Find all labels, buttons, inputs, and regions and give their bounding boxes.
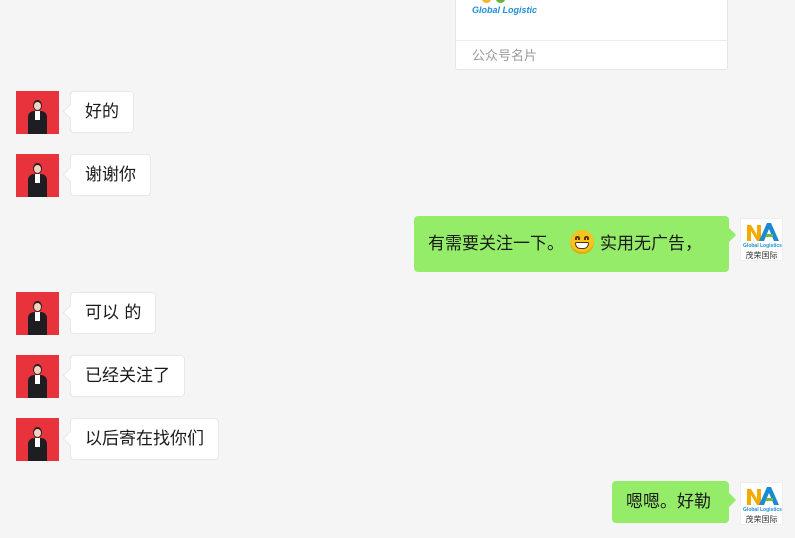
logo-dot-icon (496, 0, 505, 3)
message-bubble-self[interactable]: 有需要关注一下。 实用无广告， (414, 216, 729, 272)
avatar[interactable] (16, 418, 59, 461)
brand-cn-text: 茂荣国际 (745, 251, 778, 260)
message-text: 有需要关注一下。 (428, 234, 564, 254)
brand-text: Global Logistics (743, 243, 782, 249)
avatar-shirt (35, 375, 40, 384)
avatar-shirt (35, 174, 40, 183)
avatar-shirt (35, 438, 40, 447)
message-bubble[interactable]: 谢谢你 (70, 154, 151, 196)
avatar[interactable] (16, 154, 59, 197)
logo-dot-icon (482, 0, 491, 3)
card-logo: Global Logistic (472, 0, 542, 21)
avatar-self[interactable]: Global Logistics 茂荣国际 (740, 482, 783, 525)
brand-text: Global Logistics (743, 507, 782, 513)
card-divider (456, 40, 727, 41)
card-type-label: 公众号名片 (472, 49, 538, 64)
brand-logo-icon (747, 487, 779, 505)
avatar-face (34, 303, 41, 311)
avatar-face (34, 165, 41, 173)
message-bubble[interactable]: 以后寄在找你们 (70, 418, 219, 460)
grinning-emoji-icon (570, 230, 594, 254)
message-bubble[interactable]: 好的 (70, 91, 134, 133)
avatar-face (34, 366, 41, 374)
avatar-shirt (35, 312, 40, 321)
avatar-self[interactable]: Global Logistics 茂荣国际 (740, 218, 783, 261)
brand-logo-icon (747, 223, 779, 241)
message-bubble[interactable]: 可以 的 (70, 292, 157, 334)
avatar-face (34, 102, 41, 110)
avatar[interactable] (16, 91, 59, 134)
message-bubble-self[interactable]: 嗯嗯。好勒 (612, 481, 729, 523)
avatar[interactable] (16, 292, 59, 335)
card-logo-text: Global Logistic (472, 5, 538, 15)
avatar-shirt (35, 111, 40, 120)
message-text: 实用无广告， (600, 234, 702, 254)
avatar-face (34, 429, 41, 437)
brand-cn-text: 茂荣国际 (745, 515, 778, 524)
message-bubble[interactable]: 已经关注了 (70, 355, 185, 397)
contact-card[interactable]: Global Logistic 公众号名片 (455, 0, 728, 70)
avatar[interactable] (16, 355, 59, 398)
